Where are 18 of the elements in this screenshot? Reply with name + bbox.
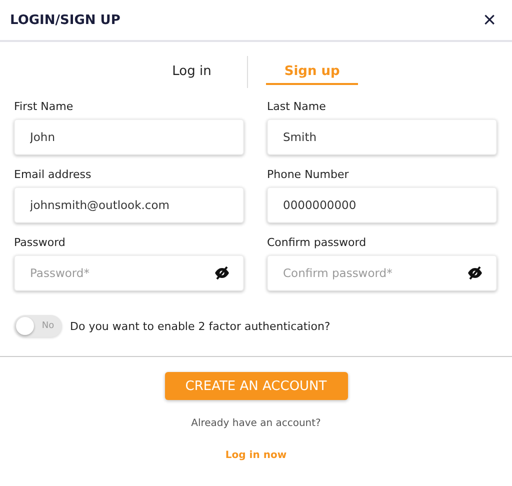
field-label: Last Name	[267, 100, 327, 113]
eye-slash-icon[interactable]	[214, 266, 230, 280]
eye-slash-icon[interactable]	[467, 266, 483, 280]
close-button[interactable]: ×	[483, 9, 496, 31]
window-title: LOGIN/SIGN UP	[10, 12, 120, 28]
input-field[interactable]: johnsmith@outlook.com	[14, 187, 244, 223]
tab[interactable]: Log in	[154, 59, 230, 85]
input-field[interactable]: Confirm password*	[267, 255, 497, 291]
input-field[interactable]: Password*	[14, 255, 244, 291]
input-field[interactable]: 0000000000	[267, 187, 497, 223]
field-label: Email address	[14, 168, 92, 181]
field-label: Confirm password	[267, 236, 368, 249]
field-label: Password	[14, 236, 66, 249]
field-label: Phone Number	[267, 168, 350, 181]
input-field[interactable]: Smith	[267, 119, 497, 155]
account-prompt: Already have an account?	[191, 418, 321, 429]
toggle-label: Do you want to enable 2 factor authentication?	[70, 320, 330, 332]
field-label: First Name	[14, 100, 74, 113]
